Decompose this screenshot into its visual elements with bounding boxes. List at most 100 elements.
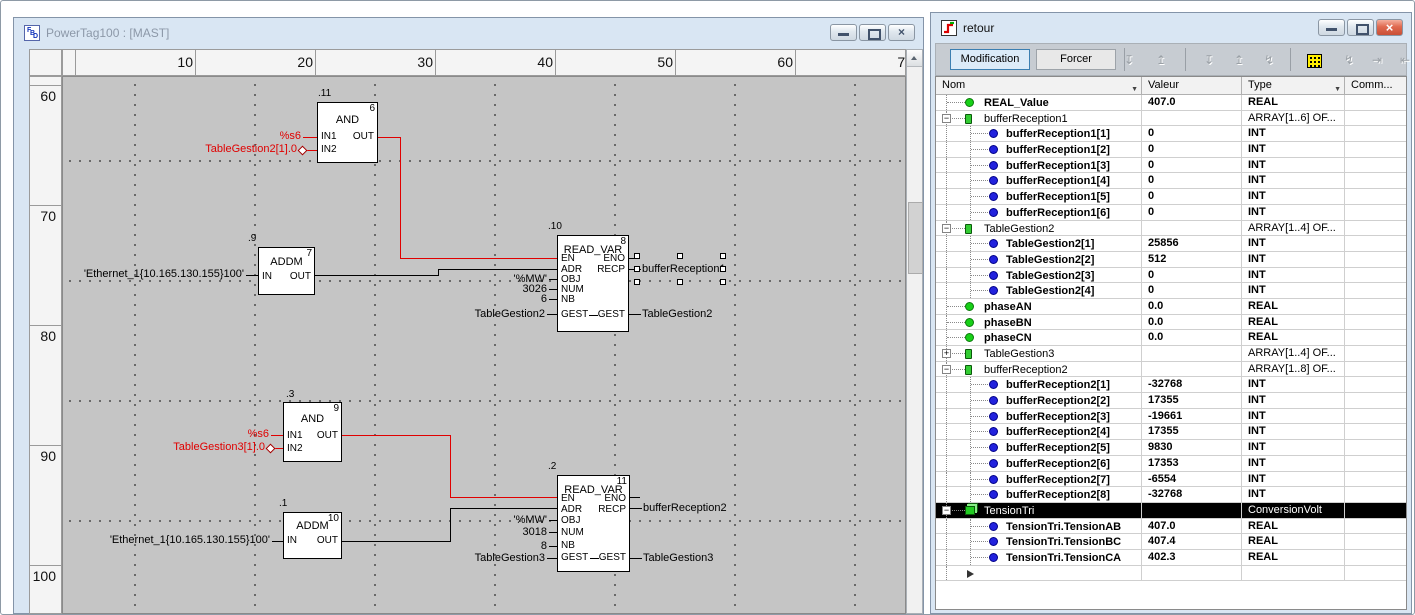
variable-value[interactable] bbox=[1142, 346, 1242, 361]
scrollbar-thumb[interactable] bbox=[908, 202, 923, 274]
variable-value[interactable]: 25856 bbox=[1142, 236, 1242, 251]
watch-row[interactable]: TensionTri.TensionAB407.0REAL bbox=[936, 519, 1406, 535]
variable-type[interactable]: ARRAY[1..6] OF... bbox=[1242, 111, 1345, 126]
selection-handle[interactable] bbox=[720, 279, 726, 285]
watch-row[interactable]: bufferReception1[3]0INT bbox=[936, 158, 1406, 174]
watch-row[interactable]: TensionTri.TensionBC407.4REAL bbox=[936, 534, 1406, 550]
variable-value[interactable]: 9830 bbox=[1142, 440, 1242, 455]
read-var-block-1[interactable]: 8 READ_VAR EN ADR OBJ NUM NB GEST ENO RE… bbox=[557, 235, 629, 332]
variable-value[interactable]: 17353 bbox=[1142, 456, 1242, 471]
watch-row[interactable]: bufferReception2[2]17355INT bbox=[936, 393, 1406, 409]
collapse-box-icon[interactable]: − bbox=[942, 365, 951, 374]
watch-row[interactable]: TableGestion2[4]0INT bbox=[936, 283, 1406, 299]
variable-comment[interactable] bbox=[1345, 440, 1398, 455]
variable-value[interactable] bbox=[1142, 111, 1242, 126]
operand-label[interactable]: TableGestion2 bbox=[642, 308, 712, 320]
operand-label[interactable]: bufferReception2 bbox=[643, 502, 727, 514]
watch-row[interactable]: bufferReception1[5]0INT bbox=[936, 189, 1406, 205]
variable-type[interactable]: REAL bbox=[1242, 299, 1345, 314]
column-header-name[interactable]: Nom▼ bbox=[936, 77, 1142, 94]
variable-type[interactable]: REAL bbox=[1242, 534, 1345, 549]
watch-row[interactable]: bufferReception2[3]-19661INT bbox=[936, 409, 1406, 425]
set-value-icon[interactable]: ↧ bbox=[1117, 49, 1141, 71]
variable-type[interactable]: REAL bbox=[1242, 95, 1345, 110]
variable-value[interactable] bbox=[1142, 221, 1242, 236]
variable-comment[interactable] bbox=[1345, 330, 1398, 345]
watch-row[interactable]: phaseCN0.0REAL bbox=[936, 330, 1406, 346]
watch-row[interactable]: bufferReception2[5]9830INT bbox=[936, 440, 1406, 456]
operand-label[interactable]: %s6 bbox=[211, 428, 269, 440]
variable-value[interactable] bbox=[1142, 503, 1242, 518]
variable-type[interactable]: REAL bbox=[1242, 519, 1345, 534]
operand-label[interactable]: TableGestion2 bbox=[459, 308, 545, 320]
variable-value[interactable]: 407.0 bbox=[1142, 95, 1242, 110]
operand-label[interactable]: TableGestion3 bbox=[459, 552, 545, 564]
watch-row[interactable]: phaseAN0.0REAL bbox=[936, 299, 1406, 315]
expand-box-icon[interactable]: + bbox=[942, 349, 951, 358]
operand-label[interactable]: 8 bbox=[499, 540, 547, 552]
dropdown-arrow-icon[interactable]: ▼ bbox=[1131, 82, 1138, 94]
variable-type[interactable]: INT bbox=[1242, 440, 1345, 455]
unforce-icon[interactable]: ↯ bbox=[1257, 49, 1281, 71]
watch-row[interactable]: bufferReception2[8]-32768INT bbox=[936, 487, 1406, 503]
modify-mode-icon[interactable]: ↯ bbox=[1337, 49, 1361, 71]
variable-type[interactable]: INT bbox=[1242, 393, 1345, 408]
variable-value[interactable]: 407.0 bbox=[1142, 519, 1242, 534]
and-block-2[interactable]: 9 AND IN1 IN2 OUT bbox=[283, 402, 342, 462]
and-block-1[interactable]: 6 AND IN1 IN2 OUT bbox=[317, 102, 378, 163]
column-header-comment[interactable]: Comm... bbox=[1345, 77, 1398, 94]
variable-comment[interactable] bbox=[1345, 424, 1398, 439]
watch-row[interactable]: bufferReception1[6]0INT bbox=[936, 205, 1406, 221]
watch-row[interactable]: TableGestion2[2]512INT bbox=[936, 252, 1406, 268]
minimize-button[interactable] bbox=[830, 24, 857, 41]
watch-row[interactable]: −TensionTriConversionVolt bbox=[936, 503, 1406, 519]
variable-comment[interactable] bbox=[1345, 252, 1398, 267]
watch-row[interactable]: REAL_Value407.0REAL bbox=[936, 95, 1406, 111]
grid-display-icon[interactable] bbox=[1302, 49, 1326, 71]
variable-type[interactable]: INT bbox=[1242, 424, 1345, 439]
variable-value[interactable]: 0 bbox=[1142, 268, 1242, 283]
variable-value[interactable]: -32768 bbox=[1142, 487, 1242, 502]
variable-value[interactable]: -19661 bbox=[1142, 409, 1242, 424]
variable-comment[interactable] bbox=[1345, 95, 1398, 110]
variable-value[interactable]: 402.3 bbox=[1142, 550, 1242, 565]
close-button[interactable]: × bbox=[1376, 19, 1403, 36]
watch-row[interactable]: TableGestion2[1]25856INT bbox=[936, 236, 1406, 252]
variable-comment[interactable] bbox=[1345, 409, 1398, 424]
variable-value[interactable]: 0.0 bbox=[1142, 299, 1242, 314]
variable-comment[interactable] bbox=[1345, 111, 1398, 126]
variable-value[interactable]: 0 bbox=[1142, 189, 1242, 204]
minimize-button[interactable] bbox=[1318, 19, 1345, 36]
watch-row[interactable]: bufferReception2[1]-32768INT bbox=[936, 377, 1406, 393]
variable-comment[interactable] bbox=[1345, 158, 1398, 173]
force-one-icon[interactable]: ↥ bbox=[1227, 49, 1251, 71]
variable-comment[interactable] bbox=[1345, 299, 1398, 314]
variable-value[interactable]: 17355 bbox=[1142, 424, 1242, 439]
fbd-canvas[interactable]: .11 6 AND IN1 IN2 OUT %s6 TableGestion2[… bbox=[62, 76, 906, 614]
operand-label[interactable]: TableGestion3 bbox=[643, 552, 713, 564]
variable-type[interactable]: INT bbox=[1242, 189, 1345, 204]
watch-row[interactable]: −TableGestion2ARRAY[1..4] OF... bbox=[936, 221, 1406, 237]
restore-button[interactable] bbox=[859, 24, 886, 41]
variable-value[interactable]: 0 bbox=[1142, 173, 1242, 188]
variable-comment[interactable] bbox=[1345, 362, 1398, 377]
variable-type[interactable]: INT bbox=[1242, 142, 1345, 157]
operand-label[interactable]: TableGestion3[1].0 bbox=[149, 441, 265, 453]
watch-row[interactable]: bufferReception2[4]17355INT bbox=[936, 424, 1406, 440]
watch-row[interactable]: −bufferReception2ARRAY[1..8] OF... bbox=[936, 362, 1406, 378]
variable-comment[interactable] bbox=[1345, 550, 1398, 565]
operand-label[interactable]: bufferReception1 bbox=[642, 263, 726, 275]
watch-row[interactable]: bufferReception1[2]0INT bbox=[936, 142, 1406, 158]
variable-value[interactable]: 0 bbox=[1142, 126, 1242, 141]
variable-comment[interactable] bbox=[1345, 173, 1398, 188]
operand-label[interactable]: '%MW' bbox=[499, 514, 547, 526]
variable-value[interactable]: 0 bbox=[1142, 283, 1242, 298]
operand-label[interactable]: 'Ethernet_1{10.165.130.155}100' bbox=[92, 534, 270, 546]
read-var-block-2[interactable]: 11 READ_VAR EN ADR OBJ NUM NB GEST ENO R… bbox=[557, 475, 630, 572]
variable-value[interactable]: -32768 bbox=[1142, 377, 1242, 392]
variable-value[interactable]: 407.4 bbox=[1142, 534, 1242, 549]
variable-type[interactable]: ConversionVolt bbox=[1242, 503, 1345, 518]
variable-comment[interactable] bbox=[1345, 519, 1398, 534]
close-button[interactable]: × bbox=[888, 24, 915, 41]
variable-type[interactable]: INT bbox=[1242, 268, 1345, 283]
